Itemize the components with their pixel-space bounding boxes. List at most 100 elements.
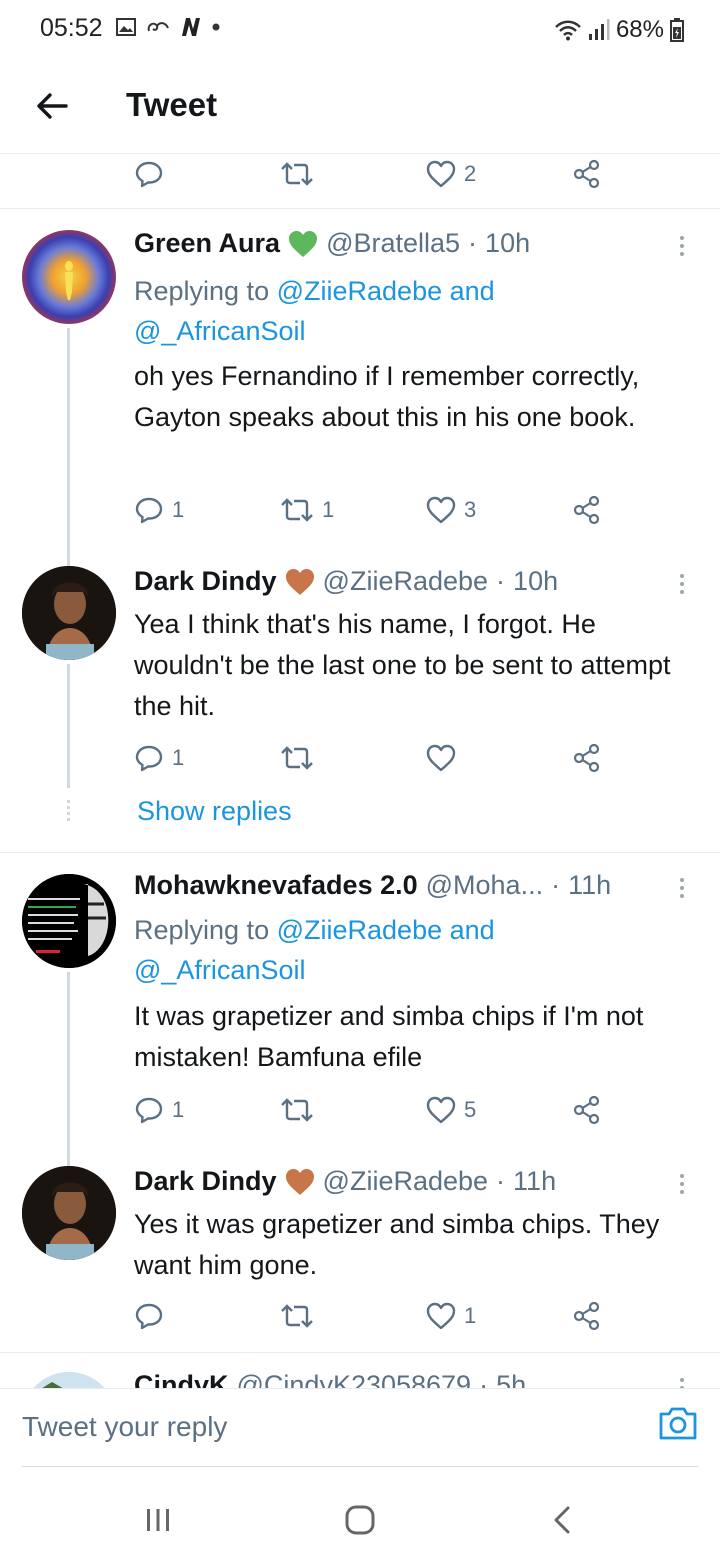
green-heart-icon xyxy=(289,230,318,257)
more-options-button[interactable] xyxy=(672,868,692,908)
more-options-button[interactable] xyxy=(672,1164,692,1204)
avatar-photo-icon xyxy=(22,1372,116,1388)
share-button[interactable] xyxy=(572,154,602,194)
user-name[interactable]: CindyK xyxy=(134,1370,229,1388)
share-icon xyxy=(573,1301,600,1331)
like-button[interactable]: 5 xyxy=(426,1090,476,1130)
separator-dot: · xyxy=(479,1370,489,1388)
retweet-icon xyxy=(281,1098,313,1122)
user-name[interactable]: Dark Dindy xyxy=(134,566,277,597)
camera-button[interactable] xyxy=(658,1403,698,1443)
avatar[interactable] xyxy=(22,230,116,324)
tweet[interactable]: Dark Dindy @ZiieRadebe · 10h Yea I think… xyxy=(0,548,720,788)
like-button[interactable]: 2 xyxy=(426,154,476,194)
tweet-header: Green Aura @Bratella5 · 10h xyxy=(134,228,530,259)
n-icon xyxy=(182,18,200,36)
avatar-photo-icon xyxy=(22,1166,116,1260)
status-time: 05:52 xyxy=(40,14,103,42)
avatar[interactable] xyxy=(22,1166,116,1260)
more-options-button[interactable] xyxy=(672,1368,692,1388)
mention-link[interactable]: @ZiieRadebe xyxy=(277,276,443,306)
avatar[interactable] xyxy=(22,874,116,968)
home-button[interactable] xyxy=(340,1500,380,1540)
reply-button[interactable]: 1 xyxy=(134,490,184,530)
user-handle[interactable]: @CindyK23058679 xyxy=(237,1370,472,1388)
back-nav-button[interactable] xyxy=(542,1500,582,1540)
replying-and[interactable]: and xyxy=(450,276,495,306)
tweet-time: 10h xyxy=(485,228,531,258)
mention-link[interactable]: @_AfricanSoil xyxy=(134,955,305,985)
reply-composer xyxy=(0,1388,720,1474)
tweet[interactable]: Dark Dindy @ZiieRadebe · 11h Yes it was … xyxy=(0,1148,720,1352)
reply-button[interactable] xyxy=(134,154,164,194)
tweet-header: Dark Dindy @ZiieRadebe · 11h xyxy=(134,1166,556,1197)
mention-link[interactable]: @ZiieRadebe xyxy=(277,915,443,945)
avatar[interactable] xyxy=(22,1372,116,1388)
more-options-button[interactable] xyxy=(672,564,692,604)
retweet-icon xyxy=(281,498,313,522)
avatar-photo-icon xyxy=(22,566,116,660)
reply-input[interactable] xyxy=(22,1411,622,1443)
brown-heart-icon xyxy=(285,1168,314,1195)
status-bar: 05:52 68% xyxy=(0,0,720,60)
tweet-text: Yes it was grapetizer and simba chips. T… xyxy=(134,1209,660,1280)
reply-button[interactable]: 1 xyxy=(134,1090,184,1130)
page-title: Tweet xyxy=(126,86,218,123)
tweet-time: 11h xyxy=(513,1166,557,1196)
reply-button[interactable]: 1 xyxy=(134,738,184,778)
like-button[interactable] xyxy=(426,738,456,778)
user-handle[interactable]: @ZiieRadebe xyxy=(323,1166,489,1197)
replying-prefix: Replying to xyxy=(134,915,270,945)
retweet-button[interactable] xyxy=(280,154,314,194)
tweet[interactable]: Green Aura @Bratella5 · 10h Replying to … xyxy=(0,208,720,548)
share-button[interactable] xyxy=(572,1296,602,1336)
replying-and[interactable]: and xyxy=(450,915,495,945)
user-name[interactable]: Mohawknevafades 2.0 xyxy=(134,870,418,901)
tweet-time: 5h xyxy=(496,1370,527,1388)
thread-line xyxy=(67,328,70,548)
tweet-header: Mohawknevafades 2.0 @Moha... · 11h xyxy=(134,870,611,901)
back-button[interactable] xyxy=(30,84,74,128)
separator-dot: · xyxy=(496,566,506,596)
retweet-button[interactable] xyxy=(280,1090,314,1130)
reply-button[interactable] xyxy=(134,1296,164,1336)
chevron-left-icon xyxy=(554,1506,570,1534)
share-button[interactable] xyxy=(572,490,602,530)
retweet-icon xyxy=(281,1304,313,1328)
retweet-button[interactable]: 1 xyxy=(280,490,334,530)
retweet-icon xyxy=(281,162,313,186)
heart-icon xyxy=(426,1302,456,1330)
like-button[interactable]: 1 xyxy=(426,1296,476,1336)
user-name[interactable]: Dark Dindy xyxy=(134,1166,277,1197)
user-handle[interactable]: @Bratella5 xyxy=(326,228,460,259)
show-replies-link[interactable]: Show replies xyxy=(137,796,292,827)
reply-icon xyxy=(135,745,163,772)
system-navigation-bar xyxy=(0,1474,720,1560)
tweet-actions: 1 1 3 xyxy=(134,490,614,530)
tweet[interactable]: CindyK @CindyK23058679 · 5h xyxy=(0,1352,720,1388)
user-handle[interactable]: @ZiieRadebe xyxy=(323,566,489,597)
mention-link[interactable]: @_AfricanSoil xyxy=(134,316,305,346)
user-handle[interactable]: @Moha... xyxy=(426,870,543,901)
thread-line xyxy=(67,664,70,788)
share-button[interactable] xyxy=(572,1090,602,1130)
avatar[interactable] xyxy=(22,566,116,660)
like-button[interactable]: 3 xyxy=(426,490,476,530)
dot-icon xyxy=(212,23,220,31)
reply-underline xyxy=(22,1466,698,1467)
thread-line xyxy=(67,972,70,1148)
more-options-button[interactable] xyxy=(672,226,692,266)
retweet-button[interactable] xyxy=(280,1296,314,1336)
tweet-actions: 2 xyxy=(134,154,614,194)
recent-apps-button[interactable] xyxy=(138,1500,178,1540)
separator-dot: · xyxy=(468,228,478,258)
share-button[interactable] xyxy=(572,738,602,778)
retweet-button[interactable] xyxy=(280,738,314,778)
user-name[interactable]: Green Aura xyxy=(134,228,280,259)
tweet[interactable]: Mohawknevafades 2.0 @Moha... · 11h Reply… xyxy=(0,852,720,1148)
arrow-left-icon xyxy=(37,93,68,119)
tweet-header: Dark Dindy @ZiieRadebe · 10h xyxy=(134,566,558,597)
reply-icon xyxy=(135,1097,163,1124)
tweet-header: CindyK @CindyK23058679 · 5h xyxy=(134,1370,526,1388)
replying-to: Replying to @ZiieRadebe and @_AfricanSoi… xyxy=(134,910,694,990)
